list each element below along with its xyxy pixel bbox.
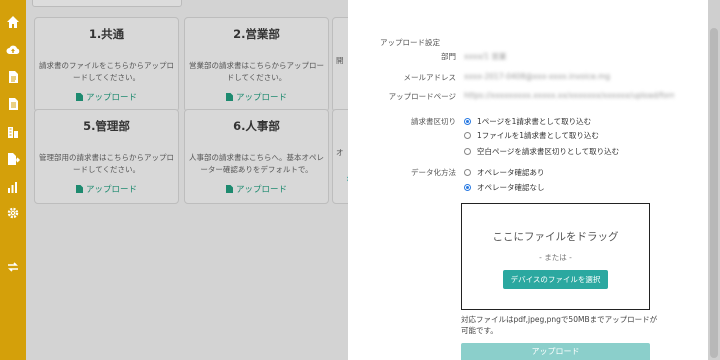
- upload-card-partial[interactable]: 開: [332, 17, 348, 112]
- scrollbar[interactable]: [708, 0, 720, 360]
- upload-page-label: アップロードページ: [388, 92, 456, 101]
- card-upload-label: アップロード: [235, 93, 287, 103]
- supported-files-note: 対応ファイルはpdf,jpeg,pngで50MBまでアップロードが可能です。: [461, 315, 658, 335]
- split-option-1[interactable]: 1ページを1請求書として取り込む: [464, 116, 591, 127]
- card-upload-link[interactable]: アップロード: [185, 183, 328, 195]
- card-title: 1.共通: [88, 27, 125, 41]
- card-upload-link[interactable]: アップロード: [185, 91, 328, 103]
- option-label: 1ファイルを1請求書として取り込む: [477, 131, 599, 140]
- method-label: データ化方法: [411, 168, 456, 177]
- card-description: 開: [336, 56, 344, 65]
- card-upload-label: アップロード: [85, 93, 137, 103]
- file-icon: [225, 185, 233, 193]
- method-option-2[interactable]: オペレータ確認なし: [464, 182, 545, 193]
- option-label: 空白ページを請求書区切りとして取り込む: [477, 147, 620, 156]
- card-upload-label: アップロード: [85, 185, 137, 195]
- document-icon[interactable]: [6, 70, 20, 84]
- card-title: 6.人事部: [233, 119, 280, 133]
- card-title: 2.営業部: [233, 27, 280, 41]
- upload-card-partial[interactable]: オ: [332, 109, 348, 204]
- option-label: 1ページを1請求書として取り込む: [477, 117, 592, 126]
- building-icon[interactable]: [6, 125, 20, 139]
- sidebar: [0, 0, 26, 360]
- file-icon: [75, 93, 83, 101]
- card-description: 請求書のファイルをこちらからアップロードしてください。: [39, 61, 174, 82]
- transfer-icon[interactable]: [6, 260, 20, 274]
- option-label: オペレータ確認なし: [477, 183, 545, 192]
- split-option-2[interactable]: 1ファイルを1請求書として取り込む: [464, 130, 599, 141]
- card-description: 営業部の請求書はこちらからアップロードしてください。: [189, 61, 324, 82]
- upload-card-hr[interactable]: 6.人事部 人事部の請求書はこちらへ。基本オペレーター確認ありをデフォルトで。 …: [184, 109, 329, 204]
- card-description: 管理部用の請求書はこちらからアップロードしてください。: [39, 153, 174, 174]
- card-upload-link[interactable]: アップロード: [35, 183, 178, 195]
- split-label: 請求書区切り: [411, 117, 456, 126]
- department-label: 部門: [441, 52, 456, 61]
- dropzone-or: - または -: [539, 253, 572, 262]
- mail-label: メールアドレス: [403, 73, 457, 82]
- upload-card-common[interactable]: 1.共通 請求書のファイルをこちらからアップロードしてください。 アップロード: [34, 17, 179, 112]
- chart-icon[interactable]: [6, 180, 20, 194]
- select-file-button[interactable]: デバイスのファイルを選択: [502, 270, 609, 289]
- scrollbar-thumb[interactable]: [710, 28, 718, 358]
- document-export-icon[interactable]: [6, 152, 20, 166]
- radio-button[interactable]: [464, 184, 471, 191]
- cloud-upload-icon[interactable]: [6, 43, 20, 57]
- document-list-icon[interactable]: [6, 97, 20, 111]
- home-icon[interactable]: [6, 15, 20, 29]
- radio-button[interactable]: [464, 132, 471, 139]
- upload-button[interactable]: アップロード: [461, 343, 650, 360]
- department-value: xxxx/1 営業: [464, 52, 507, 61]
- main-content: 1.共通 請求書のファイルをこちらからアップロードしてください。 アップロード …: [26, 0, 348, 360]
- radio-button[interactable]: [464, 169, 471, 176]
- upload-page-value: https://xxxxxxxxx.xxxxx.xx/xxxxxxx/xxxxx…: [464, 91, 674, 100]
- card-title: 5.管理部: [83, 119, 130, 133]
- upload-card-admin[interactable]: 5.管理部 管理部用の請求書はこちらからアップロードしてください。 アップロード: [34, 109, 179, 204]
- upload-settings-panel: アップロード設定 部門 xxxx/1 営業 メールアドレス xxxx-2017-…: [348, 0, 708, 360]
- card-upload-label: アップロード: [235, 185, 287, 195]
- mail-value: xxxx-2017-0408@xxx-xxxx.invoice.mg: [464, 72, 611, 81]
- method-option-1[interactable]: オペレータ確認あり: [464, 167, 545, 178]
- radio-button[interactable]: [464, 118, 471, 125]
- card-upload-link[interactable]: アップロード: [35, 91, 178, 103]
- section-title: アップロード設定: [380, 38, 440, 47]
- radio-button[interactable]: [464, 148, 471, 155]
- file-icon: [225, 93, 233, 101]
- upload-card-sales[interactable]: 2.営業部 営業部の請求書はこちらからアップロードしてください。 アップロード: [184, 17, 329, 112]
- dropzone-title: ここにファイルをドラッグ: [492, 231, 619, 243]
- card-description: 人事部の請求書はこちらへ。基本オペレーター確認ありをデフォルトで。: [189, 153, 324, 174]
- split-option-3[interactable]: 空白ページを請求書区切りとして取り込む: [464, 146, 619, 157]
- gear-icon[interactable]: [6, 206, 20, 220]
- file-dropzone[interactable]: ここにファイルをドラッグ - または - デバイスのファイルを選択: [461, 203, 650, 310]
- card-description: オ: [336, 148, 344, 157]
- option-label: オペレータ確認あり: [477, 168, 545, 177]
- file-icon: [75, 185, 83, 193]
- search-input[interactable]: [32, 0, 182, 7]
